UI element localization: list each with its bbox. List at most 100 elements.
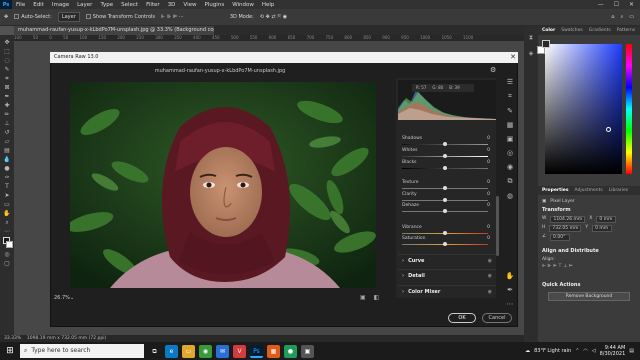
menu-file[interactable]: File (12, 2, 29, 8)
saturation-slider[interactable]: Saturation 0 (402, 236, 492, 250)
y-field[interactable]: 0 mm (592, 225, 613, 232)
tab-color[interactable]: Color (542, 28, 555, 33)
task-view-icon[interactable]: ⧉ (148, 344, 161, 358)
quick-actions-title[interactable]: Quick Actions (538, 280, 640, 290)
slider-value[interactable]: 0 (487, 225, 490, 230)
preview-toggle-icon[interactable]: ◧ (374, 294, 380, 303)
app-orange-icon[interactable]: ▦ (267, 344, 280, 358)
tray-chevron-icon[interactable]: ⌃ (575, 348, 579, 354)
layers-panel-icon[interactable]: ◈ (529, 50, 534, 57)
more-tools-icon[interactable]: ⋯ (3, 228, 12, 235)
brush-tool-icon[interactable]: ✏ (3, 111, 12, 118)
menu-select[interactable]: Select (117, 2, 142, 8)
more-options-icon[interactable]: ⋯ (507, 300, 514, 308)
minimize-button[interactable]: — (598, 1, 604, 8)
preview-image[interactable] (70, 82, 376, 288)
adjustment-brush-icon[interactable]: ▦ (507, 121, 514, 129)
ok-button[interactable]: OK (448, 313, 476, 323)
tab-patterns[interactable]: Patterns (617, 28, 636, 33)
color-swatches-icon[interactable] (2, 237, 13, 249)
weather-icon[interactable]: ☁ (525, 348, 530, 354)
file-explorer-icon[interactable]: ▭ (182, 344, 195, 358)
clock[interactable]: 9:44 AM 8/30/2021 (600, 345, 626, 357)
rectangle-tool-icon[interactable]: ▭ (3, 201, 12, 208)
eyedropper-icon[interactable]: ✒ (507, 286, 513, 294)
app-misc-icon[interactable]: ▣ (301, 344, 314, 358)
edit-panel-scrollbar[interactable] (496, 196, 499, 256)
detail-section[interactable]: › Detail ◉ (398, 269, 496, 281)
maximize-button[interactable]: ☐ (614, 1, 619, 8)
pen-tool-icon[interactable]: ✑ (3, 174, 12, 181)
eraser-tool-icon[interactable]: ▱ (3, 138, 12, 145)
history-panel-icon[interactable]: ⧗ (529, 34, 533, 42)
menu-layer[interactable]: Layer (73, 2, 96, 8)
menu-plugins[interactable]: Plugins (200, 2, 228, 8)
crop-tool-icon[interactable]: ⌗ (3, 75, 12, 82)
align-buttons[interactable]: ⊩ ⊪ ⊫ ⊤ ⊥ ⊨ (538, 263, 640, 270)
curve-section[interactable]: › Curve ◉ (398, 254, 496, 266)
auto-select-dropdown[interactable]: Layer (57, 12, 80, 22)
slider-knob[interactable] (443, 231, 447, 235)
vivaldi-icon[interactable]: V (233, 344, 246, 358)
visibility-icon[interactable]: ◉ (488, 286, 492, 298)
slider-value[interactable]: 0 (487, 136, 490, 141)
marquee-tool-icon[interactable]: ⬚ (3, 48, 12, 55)
move-tool-icon[interactable]: ✥ (4, 14, 8, 20)
red-eye-icon[interactable]: ◉ (507, 163, 513, 171)
type-tool-icon[interactable]: T (3, 183, 12, 190)
remove-background-button[interactable]: Remove Background (548, 292, 630, 301)
mail-icon[interactable]: ✉ (216, 344, 229, 358)
menu-edit[interactable]: Edit (29, 2, 48, 8)
height-field[interactable]: 732.05 mm (549, 225, 582, 232)
move-tool-icon[interactable]: ✥ (3, 39, 12, 46)
snapshots-icon[interactable]: ⧉ (508, 177, 513, 186)
notifications-icon[interactable]: ▤ (629, 348, 634, 354)
workspace-icon[interactable]: ▭ (629, 14, 640, 20)
angle-field[interactable]: 0.00° (550, 234, 571, 241)
slider-value[interactable]: 0 (487, 203, 490, 208)
crop-tool-icon[interactable]: ⌗ (508, 92, 512, 101)
menu-help[interactable]: Help (258, 2, 279, 8)
blur-tool-icon[interactable]: 💧 (3, 156, 12, 163)
gear-icon[interactable]: ⚙ (490, 66, 498, 74)
dodge-tool-icon[interactable]: ● (3, 165, 12, 172)
close-icon[interactable]: ✕ (508, 52, 518, 63)
hue-slider[interactable] (626, 44, 632, 174)
width-field[interactable]: 1104.26 mm (550, 216, 586, 223)
spot-removal-icon[interactable]: ✎ (507, 107, 513, 115)
quick-select-tool-icon[interactable]: ✎ (3, 66, 12, 73)
slider-value[interactable]: 0 (487, 180, 490, 185)
menu-view[interactable]: View (179, 2, 200, 8)
align-section-title[interactable]: Align and Distribute (538, 246, 640, 256)
tab-libraries[interactable]: Libraries (609, 188, 628, 193)
menu-type[interactable]: Type (96, 2, 117, 8)
auto-select-checkbox[interactable]: Auto-Select: (14, 14, 52, 20)
edge-icon[interactable]: e (165, 344, 178, 358)
slider-knob[interactable] (443, 166, 447, 170)
graduated-filter-icon[interactable]: ▣ (507, 135, 514, 143)
color-saturation-field[interactable] (545, 44, 622, 174)
color-picker-cursor[interactable] (606, 127, 611, 132)
slider-value[interactable]: 0 (487, 148, 490, 153)
menu-window[interactable]: Window (228, 2, 258, 8)
slider-knob[interactable] (443, 154, 447, 158)
radial-filter-icon[interactable]: ◎ (507, 149, 513, 157)
slider-knob[interactable] (443, 142, 447, 146)
menu-image[interactable]: Image (48, 2, 73, 8)
color-mixer-section[interactable]: › Color Mixer ◉ (398, 285, 496, 297)
screen-mode-icon[interactable]: ▢ (3, 260, 12, 267)
align-icons[interactable]: ⊩ ⊪ ⊫ ⋯ (161, 14, 184, 20)
edit-tool-icon[interactable]: ☰ (507, 78, 513, 86)
chrome-icon[interactable]: ◉ (199, 344, 212, 358)
gradient-tool-icon[interactable]: ▤ (3, 147, 12, 154)
tab-swatches[interactable]: Swatches (561, 28, 583, 33)
app-green-icon[interactable]: ● (284, 344, 297, 358)
slider-knob[interactable] (443, 242, 447, 246)
slider-value[interactable]: 0 (487, 160, 490, 165)
healing-brush-icon[interactable]: ✚ (3, 102, 12, 109)
hand-tool-icon[interactable]: ✋ (3, 210, 12, 217)
chevron-down-icon[interactable]: ⌄ (70, 294, 76, 303)
slider-value[interactable]: 0 (487, 236, 490, 241)
zoom-tool-icon[interactable]: ⌕ (3, 219, 12, 226)
path-select-tool-icon[interactable]: ➤ (3, 192, 12, 199)
